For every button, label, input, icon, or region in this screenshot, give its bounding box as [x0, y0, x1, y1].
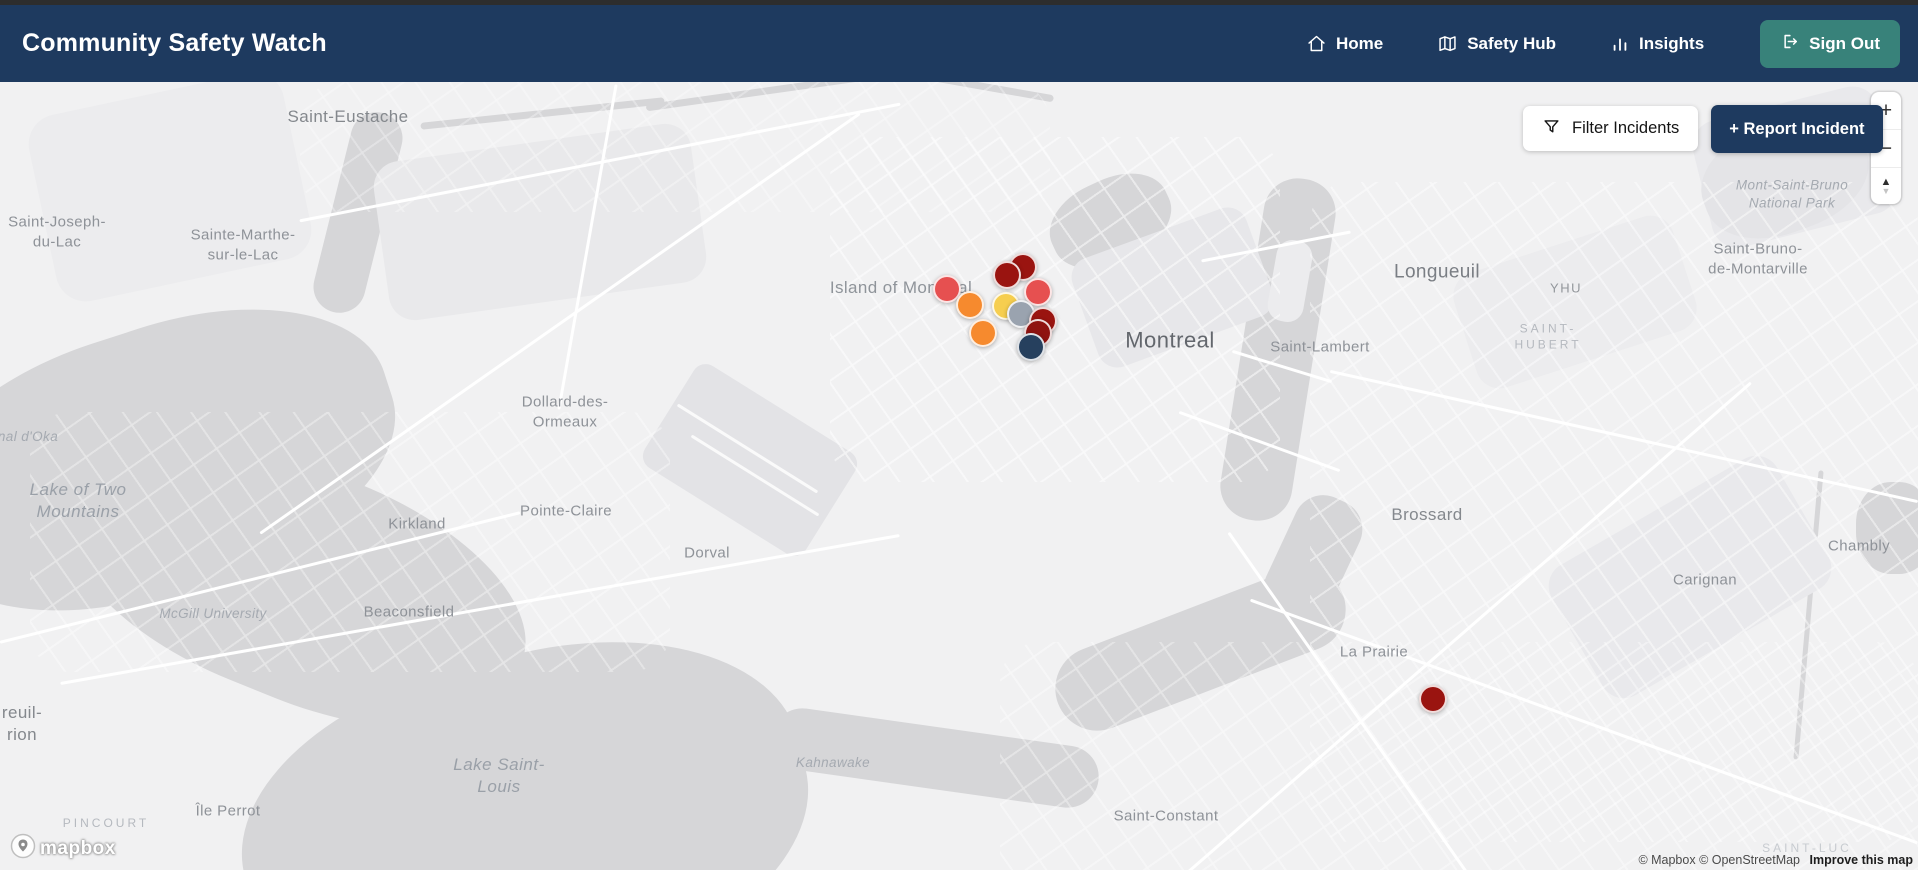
map-label: Pointe-Claire: [520, 502, 612, 520]
map-label: Saint-Constant: [1113, 807, 1219, 825]
nav-insights[interactable]: Insights: [1610, 34, 1704, 54]
bar-chart-icon: [1610, 34, 1630, 54]
airport-area: [637, 358, 863, 562]
map-label: Kahnawake: [795, 755, 871, 771]
filter-incidents-label: Filter Incidents: [1572, 119, 1680, 137]
sign-out-icon: [1780, 32, 1799, 56]
map-label: PINCOURT: [62, 816, 150, 831]
arrow-up-icon: ▲: [1880, 175, 1892, 188]
map-label: Beaconsfield: [363, 603, 455, 621]
incident-marker[interactable]: [1017, 333, 1045, 361]
sign-out-button[interactable]: Sign Out: [1760, 19, 1900, 68]
map-label: Saint-Lambert: [1270, 338, 1370, 356]
report-incident-button[interactable]: + Report Incident: [1711, 105, 1883, 153]
map-label: YHU: [1550, 280, 1582, 296]
improve-this-map-link[interactable]: Improve this map: [1810, 853, 1914, 867]
attribution-mapbox-link[interactable]: © Mapbox: [1638, 853, 1695, 867]
map-label: Dollard-des- Ormeaux: [521, 393, 609, 431]
sign-out-label: Sign Out: [1809, 33, 1880, 53]
map-label: Mont-Saint-Bruno National Park: [1735, 177, 1849, 210]
map-canvas[interactable]: Saint-Eustache Saint-Joseph- du-Lac Sainte…: [0, 82, 1918, 870]
mapbox-logo[interactable]: mapbox: [10, 833, 116, 864]
landuse-patch: [23, 82, 317, 307]
map-label: Saint-Eustache: [287, 106, 409, 126]
nav-safety-hub[interactable]: Safety Hub: [1437, 33, 1556, 54]
incident-marker[interactable]: [969, 319, 997, 347]
map-label: Dorval: [684, 544, 730, 562]
nav-home[interactable]: Home: [1306, 33, 1383, 54]
filter-funnel-icon: [1542, 117, 1561, 141]
app-header: Community Safety Watch Home Safety Hub I…: [0, 5, 1918, 82]
map-label: Saint-Joseph- du-Lac: [8, 213, 106, 251]
mapbox-pin-icon: [10, 833, 36, 864]
map-icon: [1437, 33, 1458, 54]
arrow-down-icon: ▼: [1881, 185, 1891, 196]
report-incident-label: + Report Incident: [1729, 119, 1865, 138]
nav-insights-label: Insights: [1639, 33, 1705, 53]
map-attribution: © Mapbox © OpenStreetMap Improve this ma…: [1638, 853, 1913, 867]
map-label: Brossard: [1391, 504, 1463, 524]
map-label: Kirkland: [388, 515, 446, 533]
map-label: Île Perrot: [195, 802, 261, 820]
home-icon: [1306, 33, 1327, 54]
map-label: Sainte-Marthe- sur-le-Lac: [190, 226, 296, 264]
map-label: SAINT- HUBERT: [1514, 321, 1582, 351]
map-action-buttons: Filter Incidents + Report Incident: [1523, 105, 1883, 153]
filter-incidents-button[interactable]: Filter Incidents: [1523, 106, 1699, 151]
incident-marker[interactable]: [1419, 685, 1447, 713]
attribution-osm-link[interactable]: © OpenStreetMap: [1699, 853, 1800, 867]
map-label: reuil- rion: [1, 702, 43, 744]
map-label: Longueuil: [1393, 261, 1481, 283]
pitch-control[interactable]: ▲ ▼: [1871, 167, 1901, 204]
map-label: Lake of Two Mountains: [29, 479, 127, 521]
map-label: Carignan: [1672, 571, 1738, 589]
main-nav: Home Safety Hub Insights Sign Out: [1306, 19, 1900, 68]
mapbox-wordmark: mapbox: [40, 837, 116, 859]
map-label: McGill University: [159, 606, 267, 622]
app-title: Community Safety Watch: [22, 29, 327, 57]
map-label: Chambly: [1828, 537, 1890, 555]
incident-marker[interactable]: [993, 261, 1021, 289]
map-label: Lake Saint- Louis: [453, 754, 545, 796]
map-label: Montreal: [1125, 327, 1215, 353]
map-label: La Prairie: [1339, 643, 1409, 661]
nav-home-label: Home: [1335, 33, 1384, 53]
nav-safety-hub-label: Safety Hub: [1467, 33, 1556, 53]
map-label: nal d'Oka: [0, 429, 59, 445]
incident-marker[interactable]: [956, 291, 984, 319]
map-label: Saint-Bruno- de-Montarville: [1708, 240, 1808, 278]
